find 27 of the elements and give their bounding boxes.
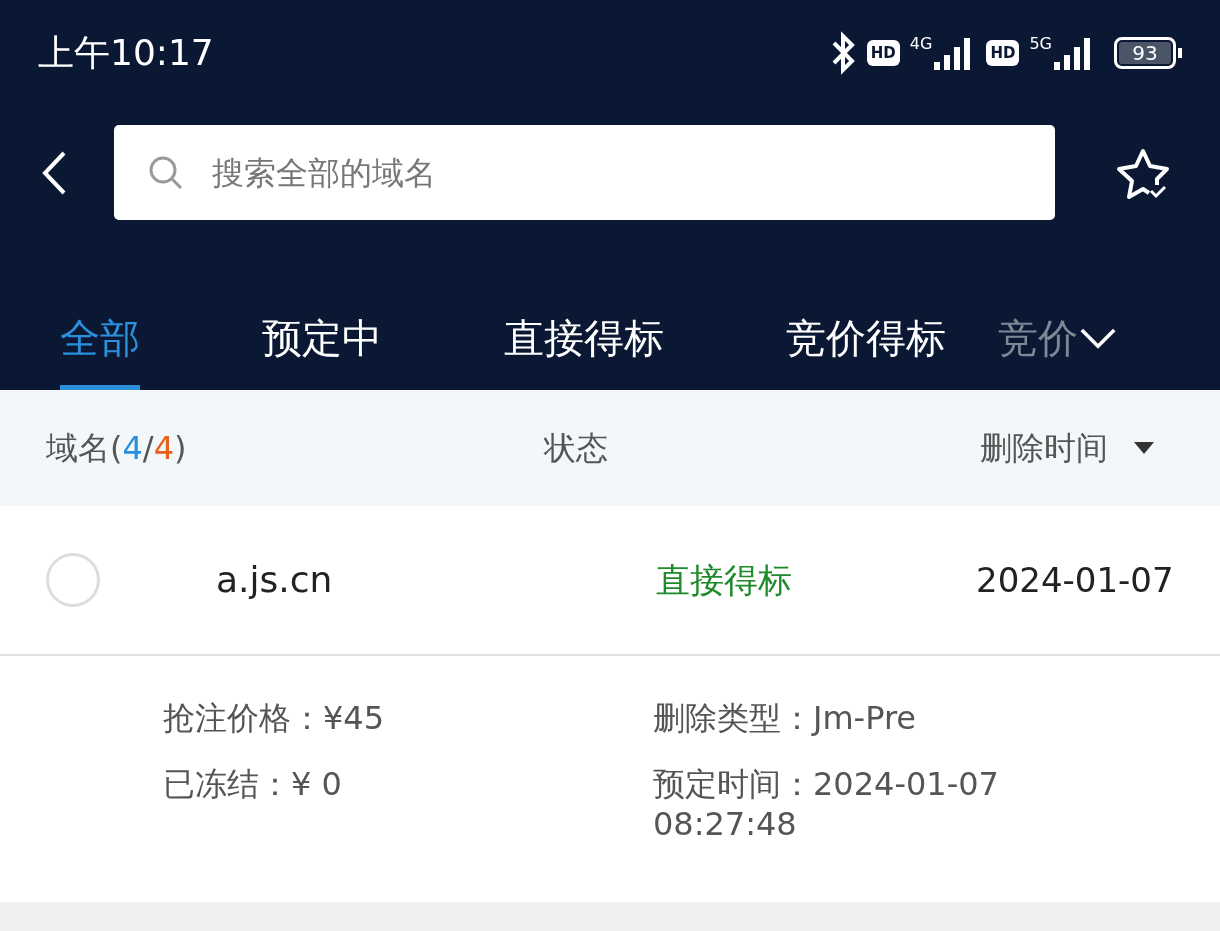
bluetooth-icon [830, 30, 857, 75]
tab[interactable]: 直接得标 [504, 290, 664, 390]
domain-column-header: 域名(4/4) [46, 428, 188, 469]
sort-column-header[interactable]: 删除时间 [980, 424, 1108, 472]
network-label: 5G [1029, 35, 1052, 52]
column-header: 状态 [544, 428, 609, 469]
row-checkbox[interactable] [46, 553, 100, 607]
battery-level: 93 [1119, 41, 1171, 64]
tab[interactable]: 竞价得标 [786, 290, 946, 390]
hd-icon: HD [986, 39, 1020, 66]
hd-icon: HD [866, 39, 900, 66]
detail-text: 抢注价格：¥45 [163, 698, 386, 738]
delete-date: 2024-01-07 [976, 558, 1174, 602]
detail-text: 已冻结：¥ 0 [163, 764, 343, 805]
status-time: 上午10:17 [38, 30, 214, 75]
chevron-down-icon[interactable] [1080, 328, 1116, 350]
network-label: 4G [909, 35, 933, 52]
search-icon [148, 155, 184, 191]
back-icon[interactable] [40, 151, 68, 195]
caret-down-icon [1134, 442, 1154, 454]
status-text: 直接得标 [656, 558, 793, 602]
detail-text: 删除类型：Jm-Pre [653, 698, 918, 738]
detail-text: 预定时间：2024-01-07 08:27:48 [653, 764, 1000, 844]
search-field[interactable]: 搜索全部的域名 [114, 125, 1055, 220]
tab[interactable]: 竞价 [998, 290, 1078, 390]
domain-name: a.js.cn [216, 558, 334, 602]
tab[interactable]: 预定中 [262, 290, 382, 390]
